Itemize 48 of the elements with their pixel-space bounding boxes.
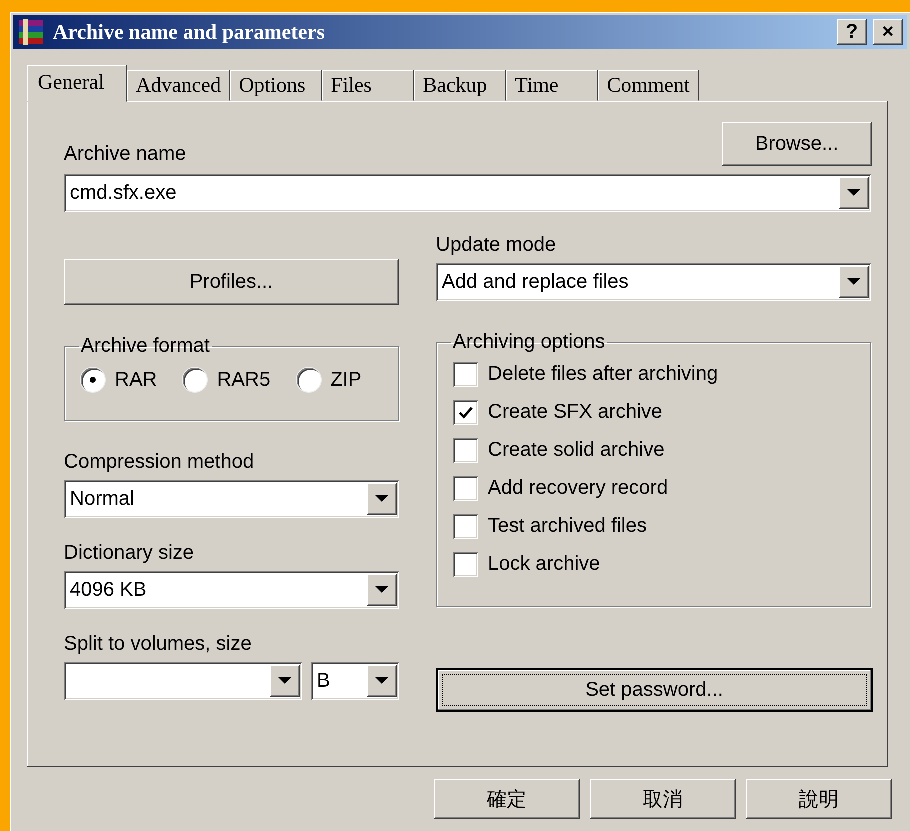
group-title: Archiving options (452, 331, 606, 354)
radio-button[interactable] (81, 368, 105, 392)
archive-name-combo[interactable]: cmd.sfx.exe (64, 174, 871, 212)
checkbox-label: Test archived files (488, 515, 647, 538)
checkbox[interactable] (453, 552, 478, 577)
dialog-button[interactable]: 取消 (590, 779, 736, 819)
update-mode-combo[interactable]: Add and replace files (436, 263, 871, 301)
radio-label: ZIP (330, 368, 362, 392)
tab[interactable]: Backup (414, 70, 506, 101)
field-label: Compression method (64, 451, 256, 474)
checkbox-label: Create solid archive (488, 439, 665, 462)
checkbox-label: Lock archive (488, 553, 600, 576)
radio-button[interactable] (296, 368, 321, 392)
checkbox-label: Add recovery record (488, 477, 668, 500)
tab[interactable]: General (27, 65, 127, 102)
checkbox[interactable] (453, 362, 478, 387)
help-button[interactable]: ? (837, 19, 867, 45)
close-button[interactable]: × (873, 19, 903, 45)
radio-button[interactable] (183, 368, 208, 392)
group-title: Archive format (80, 335, 211, 358)
checkbox[interactable] (453, 476, 478, 501)
field-label: Split to volumes, size (64, 633, 253, 656)
dictionary-combo[interactable]: 4096 KB (64, 571, 399, 609)
checkbox[interactable] (453, 438, 478, 463)
profiles-button[interactable]: Profiles... (64, 259, 399, 305)
dialog-button[interactable]: 說明 (746, 779, 892, 819)
checkmark-icon (458, 406, 472, 418)
volume-size-combo[interactable] (64, 662, 302, 700)
checkbox-label: Delete files after archiving (488, 363, 718, 386)
radio-label: RAR5 (217, 368, 271, 392)
compression-combo[interactable]: Normal (64, 480, 399, 518)
unit-combo[interactable]: B (311, 662, 399, 700)
browse-button[interactable]: Browse... (722, 122, 872, 166)
field-label: Archive name (64, 143, 186, 166)
tab[interactable]: Options (230, 70, 322, 101)
field-label: Dictionary size (64, 542, 196, 565)
dialog-button[interactable]: 確定 (434, 779, 580, 819)
set-password-button[interactable]: Set password... (436, 668, 873, 712)
radio-label: RAR (115, 368, 158, 392)
checkbox[interactable] (453, 514, 478, 539)
tab[interactable]: Advanced (127, 70, 230, 101)
checkbox-label: Create SFX archive (488, 401, 663, 424)
checkbox[interactable] (453, 400, 478, 425)
window-title: Archive name and parameters (53, 20, 326, 44)
field-label: Update mode (436, 234, 558, 257)
tab[interactable]: Files (322, 70, 414, 101)
tab[interactable]: Time (506, 70, 598, 101)
tab[interactable]: Comment (598, 70, 699, 101)
